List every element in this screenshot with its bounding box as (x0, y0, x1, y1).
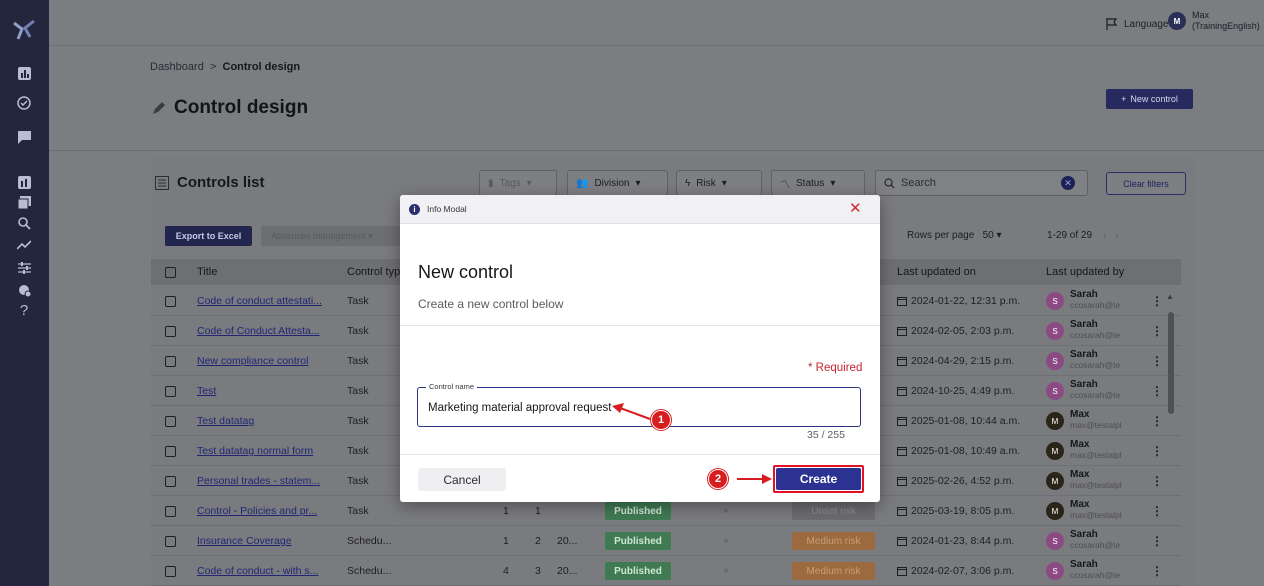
arrow-2-head (762, 474, 772, 484)
app-window: ? Language M Max (TrainingEnglish) Dashb… (0, 0, 1264, 586)
arrow-1-line (619, 407, 651, 420)
step-2-marker: 2 (708, 469, 728, 489)
step-1-marker: 1 (651, 410, 671, 430)
annotation-arrows (612, 403, 772, 484)
